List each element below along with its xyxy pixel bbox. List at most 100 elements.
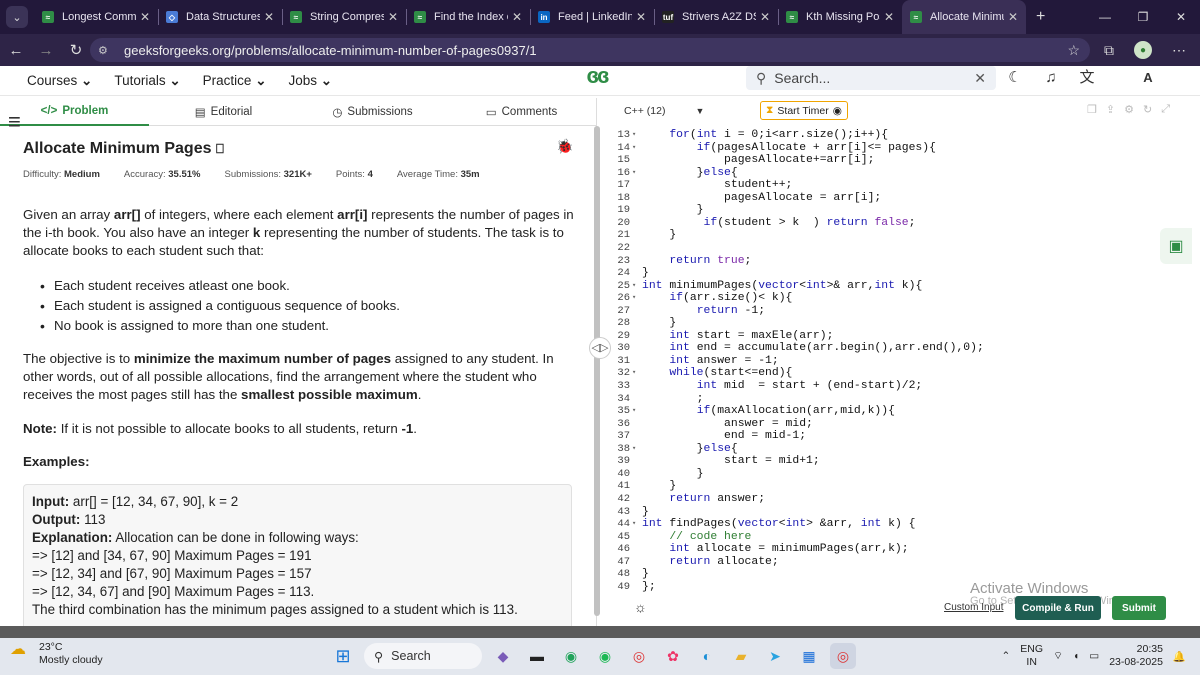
chrome-icon[interactable]: ◎ bbox=[626, 643, 652, 669]
report-bug-icon[interactable]: 🐞 bbox=[556, 138, 573, 155]
code-text: int minimumPages(vector<int>& arr,int k)… bbox=[642, 279, 923, 292]
browser-tab[interactable]: ≈ String Compress ✕ bbox=[282, 0, 406, 34]
bookmark-star-icon[interactable]: ☆ bbox=[1067, 42, 1080, 59]
browser-tab[interactable]: ◇ Data Structures & ✕ bbox=[158, 0, 282, 34]
weather-widget[interactable]: ☁ 23°C Mostly cloudy bbox=[10, 641, 103, 667]
tab-search-button[interactable]: ⌄ bbox=[6, 6, 28, 28]
clock[interactable]: 20:35 23-08-2025 bbox=[1109, 643, 1163, 669]
problem-title: Allocate Minimum Pages ⎕ bbox=[23, 140, 224, 158]
reset-icon[interactable]: ↻ bbox=[1143, 103, 1152, 116]
user-avatar[interactable]: A bbox=[1136, 67, 1160, 89]
bookmark-icon[interactable]: ⎕ bbox=[216, 141, 224, 156]
close-tab-icon[interactable]: ✕ bbox=[140, 10, 150, 24]
whatsapp-icon[interactable]: ◉ bbox=[558, 643, 584, 669]
taskbar-search[interactable]: ⚲ Search bbox=[364, 643, 482, 669]
fullscreen-icon[interactable]: ⤢ bbox=[1161, 103, 1170, 116]
horizontal-scrollbar[interactable] bbox=[0, 626, 1200, 638]
language-indicator[interactable]: ENG IN bbox=[1020, 643, 1043, 669]
widgets-icon[interactable]: ◆ bbox=[490, 643, 516, 669]
fold-arrow-icon[interactable]: ▾ bbox=[632, 367, 636, 380]
wifi-icon[interactable]: ⌔ bbox=[1053, 649, 1063, 663]
fold-arrow-icon[interactable]: ▾ bbox=[632, 518, 636, 531]
code-line: 32 ▾ while(start<=end){ bbox=[602, 367, 1190, 380]
site-info-icon[interactable]: ⚙ bbox=[98, 44, 118, 57]
code-editor[interactable]: 13 ▾ for(int i = 0;i<arr.size();i++){14 ▾ … bbox=[602, 124, 1190, 592]
tab-editorial[interactable]: ▤ Editorial bbox=[149, 98, 298, 126]
browser-tab[interactable]: ≈ Find the Index of ✕ bbox=[406, 0, 530, 34]
chat-icon[interactable]: ▣ bbox=[1160, 228, 1192, 264]
submit-button[interactable]: Submit bbox=[1112, 596, 1166, 620]
close-tab-icon[interactable]: ✕ bbox=[760, 10, 770, 24]
dark-mode-icon[interactable]: ☾ bbox=[1000, 66, 1030, 90]
gfg-logo[interactable]: ɞɞ bbox=[573, 65, 621, 88]
code-line: 14 ▾ if(pagesAllocate + arr[i]<= pages){ bbox=[602, 142, 1190, 155]
url-field[interactable]: ⚙ geeksforgeeks.org/problems/allocate-mi… bbox=[90, 38, 1090, 62]
upload-icon[interactable]: ⇪ bbox=[1106, 103, 1115, 116]
close-tab-icon[interactable]: ✕ bbox=[512, 10, 522, 24]
tab-comments[interactable]: ▭ Comments bbox=[447, 98, 596, 126]
close-tab-icon[interactable]: ✕ bbox=[1008, 10, 1018, 24]
example-line: => [12, 34] and [67, 90] Maximum Pages =… bbox=[32, 566, 312, 581]
close-tab-icon[interactable]: ✕ bbox=[388, 10, 398, 24]
close-tab-icon[interactable]: ✕ bbox=[264, 10, 274, 24]
fold-arrow-icon[interactable]: ▾ bbox=[632, 129, 636, 142]
language-select[interactable]: C++ (12) ▼ bbox=[624, 105, 704, 117]
minimize-icon[interactable]: — bbox=[1086, 10, 1124, 24]
lightbulb-icon[interactable]: ☼ bbox=[634, 599, 647, 615]
notification-icon[interactable]: 🔔 bbox=[1173, 650, 1186, 663]
edge-icon[interactable]: ◐ bbox=[694, 643, 720, 669]
restore-icon[interactable]: ❐ bbox=[1124, 10, 1162, 24]
browser-tab[interactable]: in Feed | LinkedIn ✕ bbox=[530, 0, 654, 34]
file-explorer-icon[interactable]: ▰ bbox=[728, 643, 754, 669]
settings-icon[interactable]: ⚙ bbox=[1124, 103, 1134, 116]
fold-arrow-icon[interactable]: ▾ bbox=[632, 142, 636, 155]
windows-start-icon[interactable]: ⊞ bbox=[330, 643, 356, 669]
fold-arrow-icon[interactable]: ▾ bbox=[632, 167, 636, 180]
close-tab-icon[interactable]: ✕ bbox=[884, 10, 894, 24]
browser-tab[interactable]: ≈ Allocate Minimu ✕ bbox=[902, 0, 1026, 34]
browser-tab[interactable]: ≈ Kth Missing Posi ✕ bbox=[778, 0, 902, 34]
obj-text: The objective is to bbox=[23, 351, 131, 366]
forward-icon[interactable]: → bbox=[32, 42, 60, 59]
start-timer-button[interactable]: ⧗ Start Timer ◉ bbox=[760, 101, 848, 120]
copy-icon[interactable]: ❐ bbox=[1087, 103, 1097, 116]
volume-icon[interactable]: ◖ bbox=[1073, 650, 1079, 662]
spotify-icon[interactable]: ◉ bbox=[592, 643, 618, 669]
translate-icon[interactable]: 文 bbox=[1072, 66, 1102, 90]
battery-icon[interactable]: ▭ bbox=[1089, 650, 1099, 662]
nav-item-label: Practice bbox=[202, 72, 252, 88]
clear-search-icon[interactable]: ✕ bbox=[974, 70, 986, 87]
hourglass-icon: ⧗ bbox=[766, 104, 774, 116]
browser-tab[interactable]: tuf Strivers A2Z DSA ✕ bbox=[654, 0, 778, 34]
tab-submissions[interactable]: ◷ Submissions bbox=[298, 98, 447, 126]
browser-tab[interactable]: ≈ Longest Commo ✕ bbox=[34, 0, 158, 34]
fold-arrow-icon[interactable]: ▾ bbox=[632, 443, 636, 456]
compile-run-button[interactable]: Compile & Run bbox=[1015, 596, 1101, 620]
fold-arrow-icon[interactable]: ▾ bbox=[632, 292, 636, 305]
nav-item-label: Tutorials bbox=[114, 72, 166, 88]
search-input[interactable]: ⚲ Search... ✕ bbox=[746, 66, 996, 90]
browser-menu-icon[interactable]: ⋯ bbox=[1172, 42, 1186, 59]
fold-arrow-icon[interactable]: ▾ bbox=[632, 280, 636, 293]
task-view-icon[interactable]: ▬ bbox=[524, 643, 550, 669]
problem-scrollbar[interactable] bbox=[594, 126, 600, 616]
custom-input-link[interactable]: Custom Input bbox=[944, 602, 1003, 613]
close-tab-icon[interactable]: ✕ bbox=[636, 10, 646, 24]
store-icon[interactable]: ▦ bbox=[796, 643, 822, 669]
extensions-icon[interactable]: ⧉ bbox=[1104, 42, 1114, 59]
close-window-icon[interactable]: ✕ bbox=[1162, 10, 1200, 24]
profile-icon[interactable]: ● bbox=[1134, 41, 1152, 59]
copilot-icon[interactable]: ✿ bbox=[660, 643, 686, 669]
fold-arrow-icon[interactable]: ▾ bbox=[632, 405, 636, 418]
active-browser-icon[interactable]: ◎ bbox=[830, 643, 856, 669]
nav-item[interactable]: Jobs ⌄ bbox=[289, 73, 333, 89]
reload-icon[interactable]: ↻ bbox=[62, 41, 90, 59]
notification-bell-icon[interactable]: ♫ bbox=[1036, 66, 1066, 90]
nav-item[interactable]: Tutorials ⌄ bbox=[114, 73, 180, 89]
back-icon[interactable]: ← bbox=[2, 42, 30, 59]
telegram-icon[interactable]: ➤ bbox=[762, 643, 788, 669]
chevron-up-icon[interactable]: ⌃ bbox=[1001, 650, 1010, 662]
nav-item[interactable]: Practice ⌄ bbox=[203, 73, 267, 89]
new-tab-button[interactable]: + bbox=[1036, 8, 1045, 26]
nav-item[interactable]: Courses ⌄ bbox=[27, 73, 92, 89]
